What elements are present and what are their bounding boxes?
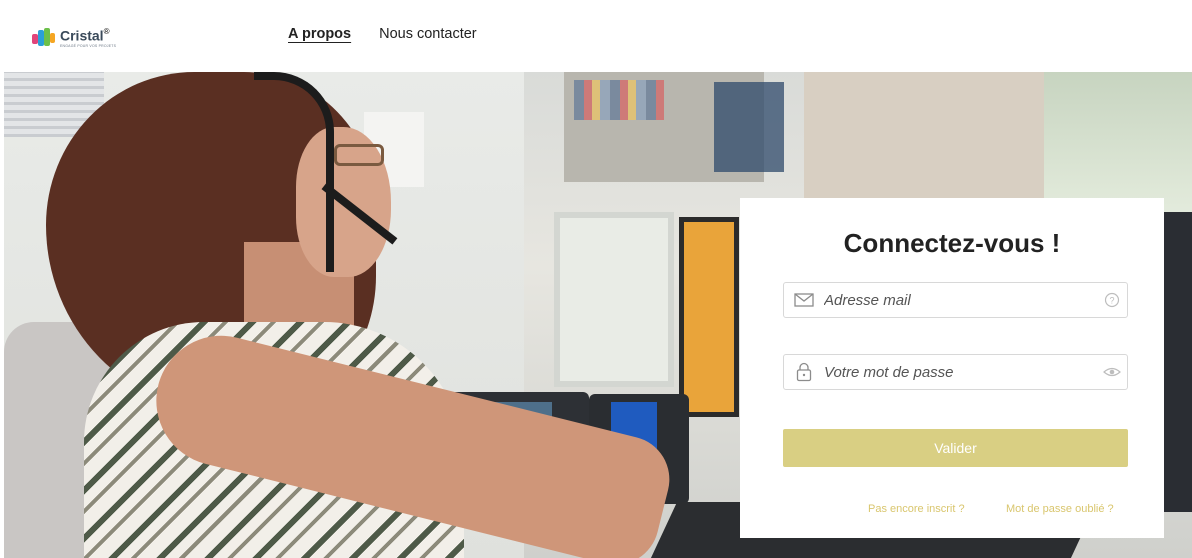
submit-button[interactable]: Valider [783, 429, 1128, 467]
top-navbar: Cristal® ENGAGÉ POUR VOS PROJETS A propo… [0, 0, 1192, 72]
headset-illustration [254, 72, 334, 272]
password-input[interactable] [824, 357, 1097, 387]
nav-nous-contacter[interactable]: Nous contacter [379, 26, 477, 42]
logo-name: Cristal [60, 27, 104, 44]
help-circle-icon[interactable]: ? [1097, 283, 1127, 317]
email-input[interactable] [824, 285, 1097, 315]
login-card: Connectez-vous ! ? Valider Pas encore in… [740, 198, 1164, 538]
logo-mark-icon [32, 28, 56, 48]
lock-icon [784, 355, 824, 389]
eye-icon[interactable] [1097, 355, 1127, 389]
nav-a-propos[interactable]: A propos [288, 26, 351, 42]
cristal-logo[interactable]: Cristal® ENGAGÉ POUR VOS PROJETS [32, 28, 116, 49]
email-field[interactable]: ? [783, 282, 1128, 318]
forgot-password-link[interactable]: Mot de passe oublié ? [1006, 503, 1114, 515]
login-title: Connectez-vous ! [843, 228, 1061, 258]
svg-text:?: ? [1109, 296, 1114, 306]
main-nav: A propos Nous contacter [288, 26, 477, 42]
logo-tagline: ENGAGÉ POUR VOS PROJETS [60, 44, 117, 49]
register-link[interactable]: Pas encore inscrit ? [868, 503, 965, 515]
password-field[interactable] [783, 354, 1128, 390]
envelope-icon [784, 283, 824, 317]
logo-registered: ® [103, 27, 110, 36]
